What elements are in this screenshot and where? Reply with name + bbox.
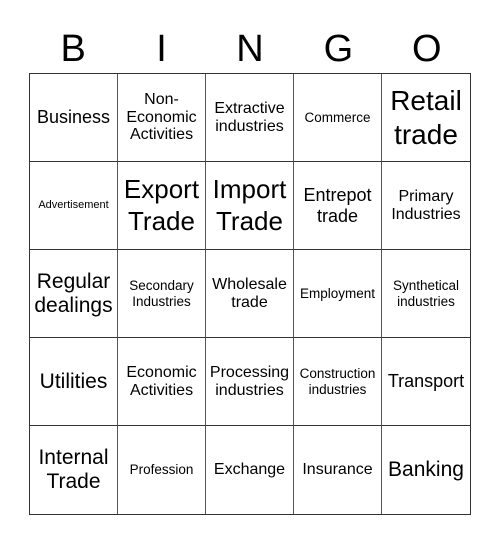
bingo-cell-label: Non- Economic Activities xyxy=(126,90,197,144)
bingo-cell-label: Construction industries xyxy=(299,366,376,397)
bingo-header: B I N G O xyxy=(29,26,471,72)
bingo-cell-label: Wholesale trade xyxy=(212,275,287,311)
bingo-cell[interactable]: Banking xyxy=(382,426,470,514)
bingo-cell-label: Advertisement xyxy=(38,199,109,212)
bingo-cell[interactable]: Employment xyxy=(294,250,382,338)
bingo-cell-label: Import Trade xyxy=(212,174,287,236)
bingo-cell-label: Insurance xyxy=(302,461,373,479)
bingo-cell[interactable]: Transport xyxy=(382,338,470,426)
bingo-cell-label: Profession xyxy=(129,462,194,478)
bingo-cell[interactable]: Profession xyxy=(118,426,206,514)
bingo-cell[interactable]: Utilities xyxy=(30,338,118,426)
bingo-cell[interactable]: Exchange xyxy=(206,426,294,514)
bingo-cell-label: Retail trade xyxy=(390,84,462,150)
bingo-cell[interactable]: Regular dealings xyxy=(30,250,118,338)
bingo-cell-label: Internal Trade xyxy=(38,446,109,493)
bingo-cell[interactable]: Extractive industries xyxy=(206,74,294,162)
bingo-cell[interactable]: Internal Trade xyxy=(30,426,118,514)
bingo-cell-label: Economic Activities xyxy=(126,363,197,399)
bingo-cell[interactable]: Insurance xyxy=(294,426,382,514)
header-letter-g: G xyxy=(323,28,354,70)
header-letter-o: O xyxy=(411,28,442,70)
bingo-cell[interactable]: Import Trade xyxy=(206,162,294,250)
bingo-cell[interactable]: Synthetical industries xyxy=(382,250,470,338)
bingo-cell[interactable]: Retail trade xyxy=(382,74,470,162)
bingo-cell-label: Processing industries xyxy=(209,363,290,399)
bingo-cell[interactable]: Advertisement xyxy=(30,162,118,250)
bingo-cell[interactable]: Secondary Industries xyxy=(118,250,206,338)
bingo-cell-label: Business xyxy=(36,107,111,128)
header-letter-i: I xyxy=(156,28,167,70)
bingo-cell[interactable]: Processing industries xyxy=(206,338,294,426)
bingo-cell-label: Regular dealings xyxy=(34,269,113,317)
bingo-cell[interactable]: Wholesale trade xyxy=(206,250,294,338)
bingo-grid: Business Non- Economic Activities Extracti… xyxy=(29,73,471,515)
bingo-cell-label: Entrepot trade xyxy=(303,185,372,226)
bingo-cell[interactable]: Primary Industries xyxy=(382,162,470,250)
bingo-cell[interactable]: Non- Economic Activities xyxy=(118,74,206,162)
bingo-cell-label: Extractive industries xyxy=(214,99,285,135)
header-letter-n: N xyxy=(236,28,264,70)
bingo-cell-label: Commerce xyxy=(304,109,371,125)
bingo-cell-label: Utilities xyxy=(39,369,108,393)
bingo-cell-label: Synthetical industries xyxy=(392,278,460,309)
header-letter-b: B xyxy=(60,28,86,70)
bingo-cell[interactable]: Business xyxy=(30,74,118,162)
bingo-cell-label: Export Trade xyxy=(123,174,200,236)
bingo-cell[interactable]: Construction industries xyxy=(294,338,382,426)
bingo-cell[interactable]: Entrepot trade xyxy=(294,162,382,250)
bingo-cell[interactable]: Economic Activities xyxy=(118,338,206,426)
bingo-cell-label: Exchange xyxy=(213,461,286,479)
bingo-cell-label: Transport xyxy=(387,371,465,392)
bingo-cell-label: Secondary Industries xyxy=(129,278,194,309)
bingo-cell-label: Banking xyxy=(388,458,464,482)
bingo-cell[interactable]: Export Trade xyxy=(118,162,206,250)
bingo-cell[interactable]: Commerce xyxy=(294,74,382,162)
bingo-cell-label: Primary Industries xyxy=(391,187,461,223)
bingo-cell-label: Employment xyxy=(299,285,376,301)
